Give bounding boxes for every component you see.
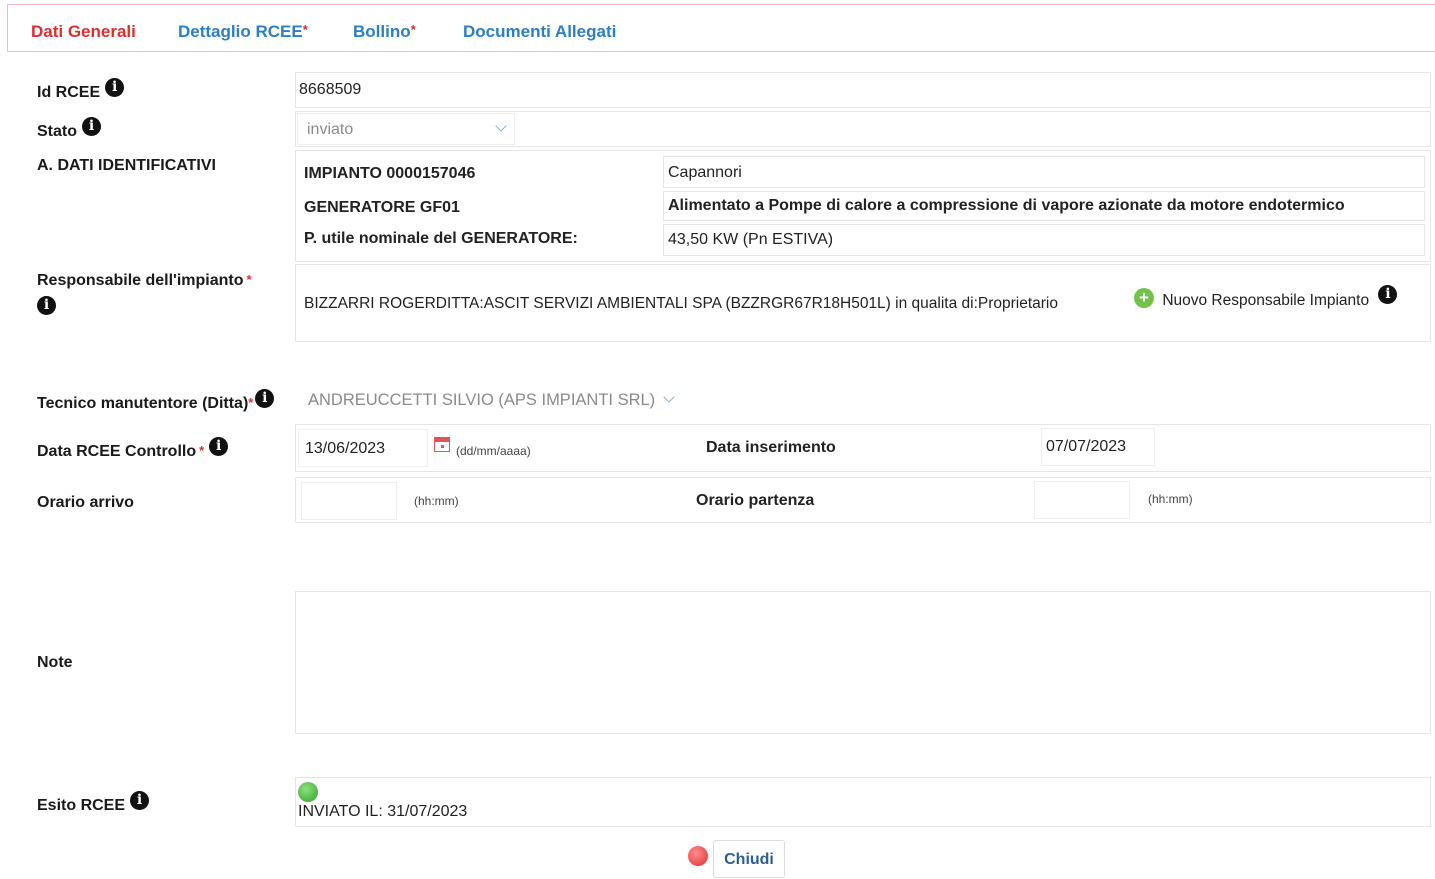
dati-identificativi-label: A. DATI IDENTIFICATIVI bbox=[37, 157, 216, 174]
chevron-down-icon bbox=[487, 120, 507, 139]
orario-partenza-input[interactable] bbox=[1034, 481, 1130, 519]
orario-arrivo-input[interactable] bbox=[301, 482, 397, 520]
generatore-label: GENERATORE GF01 bbox=[304, 199, 460, 216]
data-inserimento-value: 07/07/2023 bbox=[1046, 438, 1127, 455]
tab-dati-generali[interactable]: Dati Generali bbox=[31, 22, 136, 42]
data-controllo-label: Data RCEE Controllo * i bbox=[37, 437, 229, 462]
info-icon[interactable]: i bbox=[105, 78, 125, 97]
tecnico-select[interactable]: ANDREUCCETTI SILVIO (APS IMPIANTI SRL) bbox=[308, 391, 675, 410]
stato-label: Stato i bbox=[37, 117, 101, 142]
stato-select-value: inviato bbox=[307, 121, 354, 138]
impianto-label: IMPIANTO 0000157046 bbox=[304, 165, 476, 182]
data-inserimento-label: Data inserimento bbox=[706, 439, 836, 456]
nuovo-responsabile-link[interactable]: + Nuovo Responsabile Impianto i bbox=[1134, 285, 1398, 311]
potenza-label: P. utile nominale del GENERATORE: bbox=[304, 230, 578, 247]
tab-documenti-allegati[interactable]: Documenti Allegati bbox=[463, 22, 616, 42]
esito-value: INVIATO IL: 31/07/2023 bbox=[298, 803, 468, 820]
responsabile-value: BIZZARRI ROGERDITTA:ASCIT SERVIZI AMBIEN… bbox=[304, 295, 1058, 312]
orario-partenza-label: Orario partenza bbox=[696, 492, 815, 509]
orario-row bbox=[295, 477, 1431, 523]
orario-partenza-hint: (hh:mm) bbox=[1148, 492, 1193, 506]
calendar-icon[interactable] bbox=[434, 437, 450, 452]
esito-label: Esito RCEE i bbox=[37, 791, 150, 816]
info-icon[interactable]: i bbox=[209, 437, 229, 456]
tab-dettaglio-rcee[interactable]: Dettaglio RCEE* bbox=[178, 22, 308, 42]
id-rcee-field bbox=[295, 72, 1431, 108]
generatore-value: Alimentato a Pompe di calore a compressi… bbox=[668, 197, 1345, 214]
id-rcee-value: 8668509 bbox=[299, 81, 362, 98]
info-icon[interactable]: i bbox=[82, 117, 101, 136]
tab-bar: Dati Generali Dettaglio RCEE* Bollino* D… bbox=[7, 4, 1435, 52]
green-status-icon bbox=[298, 782, 318, 802]
orario-arrivo-hint: (hh:mm) bbox=[414, 494, 459, 508]
id-rcee-label: Id RCEE i bbox=[37, 78, 125, 103]
responsabile-label: Responsabile dell'impianto * bbox=[37, 272, 252, 289]
add-circle-icon: + bbox=[1134, 288, 1154, 308]
data-format-hint: (dd/mm/aaaa) bbox=[456, 444, 531, 458]
orario-arrivo-label: Orario arrivo bbox=[37, 494, 134, 511]
chevron-down-icon bbox=[663, 391, 675, 403]
note-textarea[interactable] bbox=[295, 591, 1431, 734]
note-label: Note bbox=[37, 654, 73, 671]
impianto-field bbox=[663, 156, 1425, 188]
impianto-value: Capannori bbox=[668, 164, 742, 181]
close-button[interactable]: Chiudi bbox=[713, 840, 785, 878]
info-icon[interactable]: i bbox=[255, 389, 275, 408]
data-controllo-value: 13/06/2023 bbox=[305, 440, 386, 457]
red-close-icon bbox=[688, 846, 708, 866]
info-icon[interactable]: i bbox=[1378, 285, 1398, 304]
tab-bollino[interactable]: Bollino* bbox=[353, 22, 416, 42]
potenza-value: 43,50 KW (Pn ESTIVA) bbox=[668, 231, 834, 248]
tecnico-label: Tecnico manutentore (Ditta)* i bbox=[37, 389, 275, 414]
info-icon[interactable]: i bbox=[130, 791, 150, 810]
info-icon[interactable]: i bbox=[32, 296, 56, 321]
